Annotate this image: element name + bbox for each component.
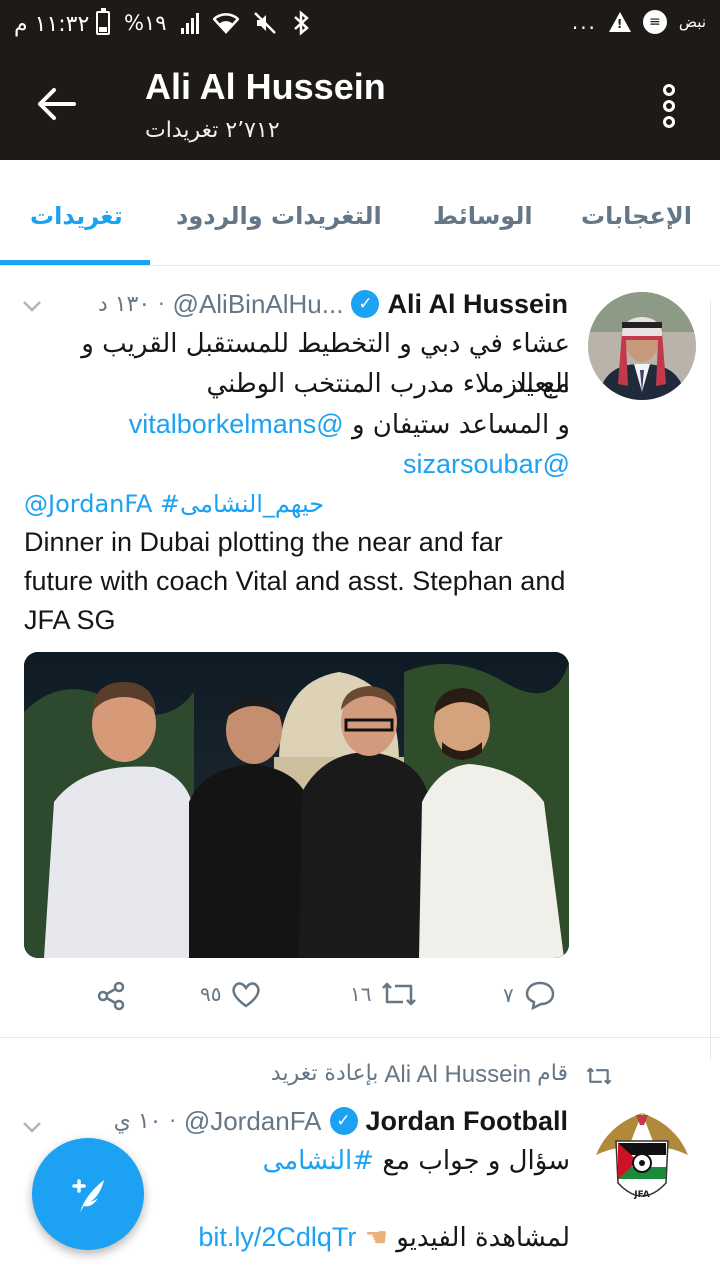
retweet-text: سؤال و جواب مع bbox=[382, 1146, 570, 1176]
more-notifications-icon: ... bbox=[571, 10, 597, 34]
tab-media[interactable]: الوسائط bbox=[433, 202, 533, 230]
tweet-header: ١٣٠ د · @AliBinAlHu... ✓ Ali Al Hussein bbox=[98, 286, 568, 322]
message-icon: ≡ bbox=[642, 10, 667, 34]
share-button[interactable] bbox=[95, 980, 127, 1012]
tweet-text-line: @sizarsoubar bbox=[24, 444, 570, 485]
scrollbar[interactable] bbox=[710, 300, 720, 1060]
reply-icon bbox=[525, 981, 555, 1010]
avatar[interactable] bbox=[588, 292, 696, 400]
tweet-text: و المساعد ستيفان و bbox=[351, 410, 570, 440]
compose-feather-icon bbox=[72, 1179, 104, 1212]
tweet-time: ١٣٠ د bbox=[97, 291, 151, 317]
retweet-header: ١٠ ي · @JordanFA ✓ Jordan Football bbox=[114, 1103, 568, 1139]
retweet-text: لمشاهدة الفيديو bbox=[396, 1223, 570, 1253]
retweet-context-suffix: بإعادة تغريد bbox=[270, 1061, 379, 1086]
warning-icon: ! bbox=[608, 12, 631, 32]
verified-icon: ✓ bbox=[351, 290, 380, 318]
hashtag-link[interactable]: @JordanFA #حيهم_النشامى bbox=[24, 484, 570, 524]
jfa-logo-text: JFA bbox=[633, 1190, 649, 1200]
carrier-label: نبض bbox=[678, 13, 706, 31]
signal-icon bbox=[180, 12, 199, 34]
like-count: ٩٥ bbox=[200, 982, 222, 1006]
hashtag-link[interactable]: #النشامى bbox=[263, 1146, 375, 1176]
retweet-count: ١٦ bbox=[350, 982, 372, 1006]
tab-tweets-and-replies[interactable]: التغريدات والردود bbox=[176, 202, 382, 230]
retweet-icon bbox=[586, 1067, 612, 1085]
status-icons: %١٩ bbox=[96, 8, 311, 36]
heart-icon bbox=[232, 982, 261, 1008]
profile-tabs: تغريدات التغريدات والردود الوسائط الإعجا… bbox=[0, 160, 720, 266]
tweet-count: ٢٬٧١٢ تغريدات bbox=[145, 118, 280, 143]
retweet-time: ١٠ ي bbox=[113, 1108, 162, 1134]
retweet-handle: @JordanFA bbox=[183, 1105, 322, 1136]
tweet[interactable]: ١٣٠ د · @AliBinAlHu... ✓ Ali Al Hussein … bbox=[0, 266, 720, 1038]
tweet-text-line: مع الزملاء مدرب المنتخب الوطني bbox=[206, 369, 570, 399]
tweet-text-line: و المساعد ستيفان و @vitalborkelmans bbox=[24, 404, 570, 445]
mute-icon bbox=[253, 12, 276, 34]
tweet-photo[interactable] bbox=[24, 652, 569, 958]
separator-dot: · bbox=[158, 292, 165, 316]
bluetooth-icon bbox=[293, 10, 309, 36]
short-link[interactable]: bit.ly/2CdlqTr bbox=[198, 1222, 356, 1252]
profile-header: Ali Al Hussein ٢٬٧١٢ تغريدات bbox=[0, 52, 720, 160]
retweet-context-prefix: قام bbox=[537, 1061, 568, 1086]
mention-link[interactable]: @vitalborkelmans bbox=[129, 409, 344, 439]
status-time: ١١:٣٢ م bbox=[14, 12, 90, 37]
tweet-english-text: Dinner in Dubai plotting the near and fa… bbox=[24, 527, 566, 635]
tweet-actions: ٩٥ ١٦ ٧ bbox=[0, 966, 720, 1026]
reply-count: ٧ bbox=[503, 983, 514, 1007]
retweet-author-name[interactable]: Jordan Football bbox=[366, 1106, 569, 1137]
active-tab-indicator bbox=[0, 260, 150, 265]
battery-percent: %١٩ bbox=[124, 11, 167, 35]
tweet-author-name[interactable]: Ali Al Hussein bbox=[387, 289, 568, 320]
retweeter-name[interactable]: Ali Al Hussein bbox=[384, 1061, 531, 1089]
status-bar: ١١:٣٢ م %١٩ ... ! ≡ نبض bbox=[0, 0, 720, 52]
jfa-logo[interactable]: JFA bbox=[588, 1105, 696, 1213]
separator-dot: · bbox=[169, 1109, 176, 1133]
page-title: Ali Al Hussein bbox=[145, 66, 386, 107]
compose-tweet-button[interactable] bbox=[32, 1138, 144, 1250]
tab-likes[interactable]: الإعجابات bbox=[581, 202, 692, 230]
retweet-context: بإعادة تغريد Ali Al Hussein قام bbox=[271, 1061, 568, 1089]
tab-tweets[interactable]: تغريدات bbox=[30, 202, 123, 230]
pointing-hand-icon: ☚ bbox=[364, 1223, 388, 1253]
wifi-icon bbox=[212, 13, 239, 34]
retweet-icon bbox=[382, 982, 417, 1006]
verified-icon: ✓ bbox=[329, 1107, 358, 1135]
retweet-button[interactable]: ١٦ bbox=[350, 980, 417, 1008]
back-arrow-icon[interactable] bbox=[34, 82, 78, 126]
overflow-menu-icon[interactable] bbox=[662, 84, 676, 128]
share-icon bbox=[97, 981, 125, 1011]
status-notifications: ... ! ≡ نبض bbox=[572, 10, 706, 34]
battery-icon bbox=[96, 8, 110, 35]
chevron-down-icon[interactable] bbox=[22, 1117, 42, 1137]
chevron-down-icon[interactable] bbox=[22, 296, 42, 316]
like-button[interactable]: ٩٥ bbox=[200, 980, 261, 1008]
tweet-handle: @AliBinAlHu... bbox=[172, 288, 344, 319]
mention-link[interactable]: @sizarsoubar bbox=[403, 449, 570, 479]
reply-button[interactable]: ٧ bbox=[503, 980, 556, 1010]
